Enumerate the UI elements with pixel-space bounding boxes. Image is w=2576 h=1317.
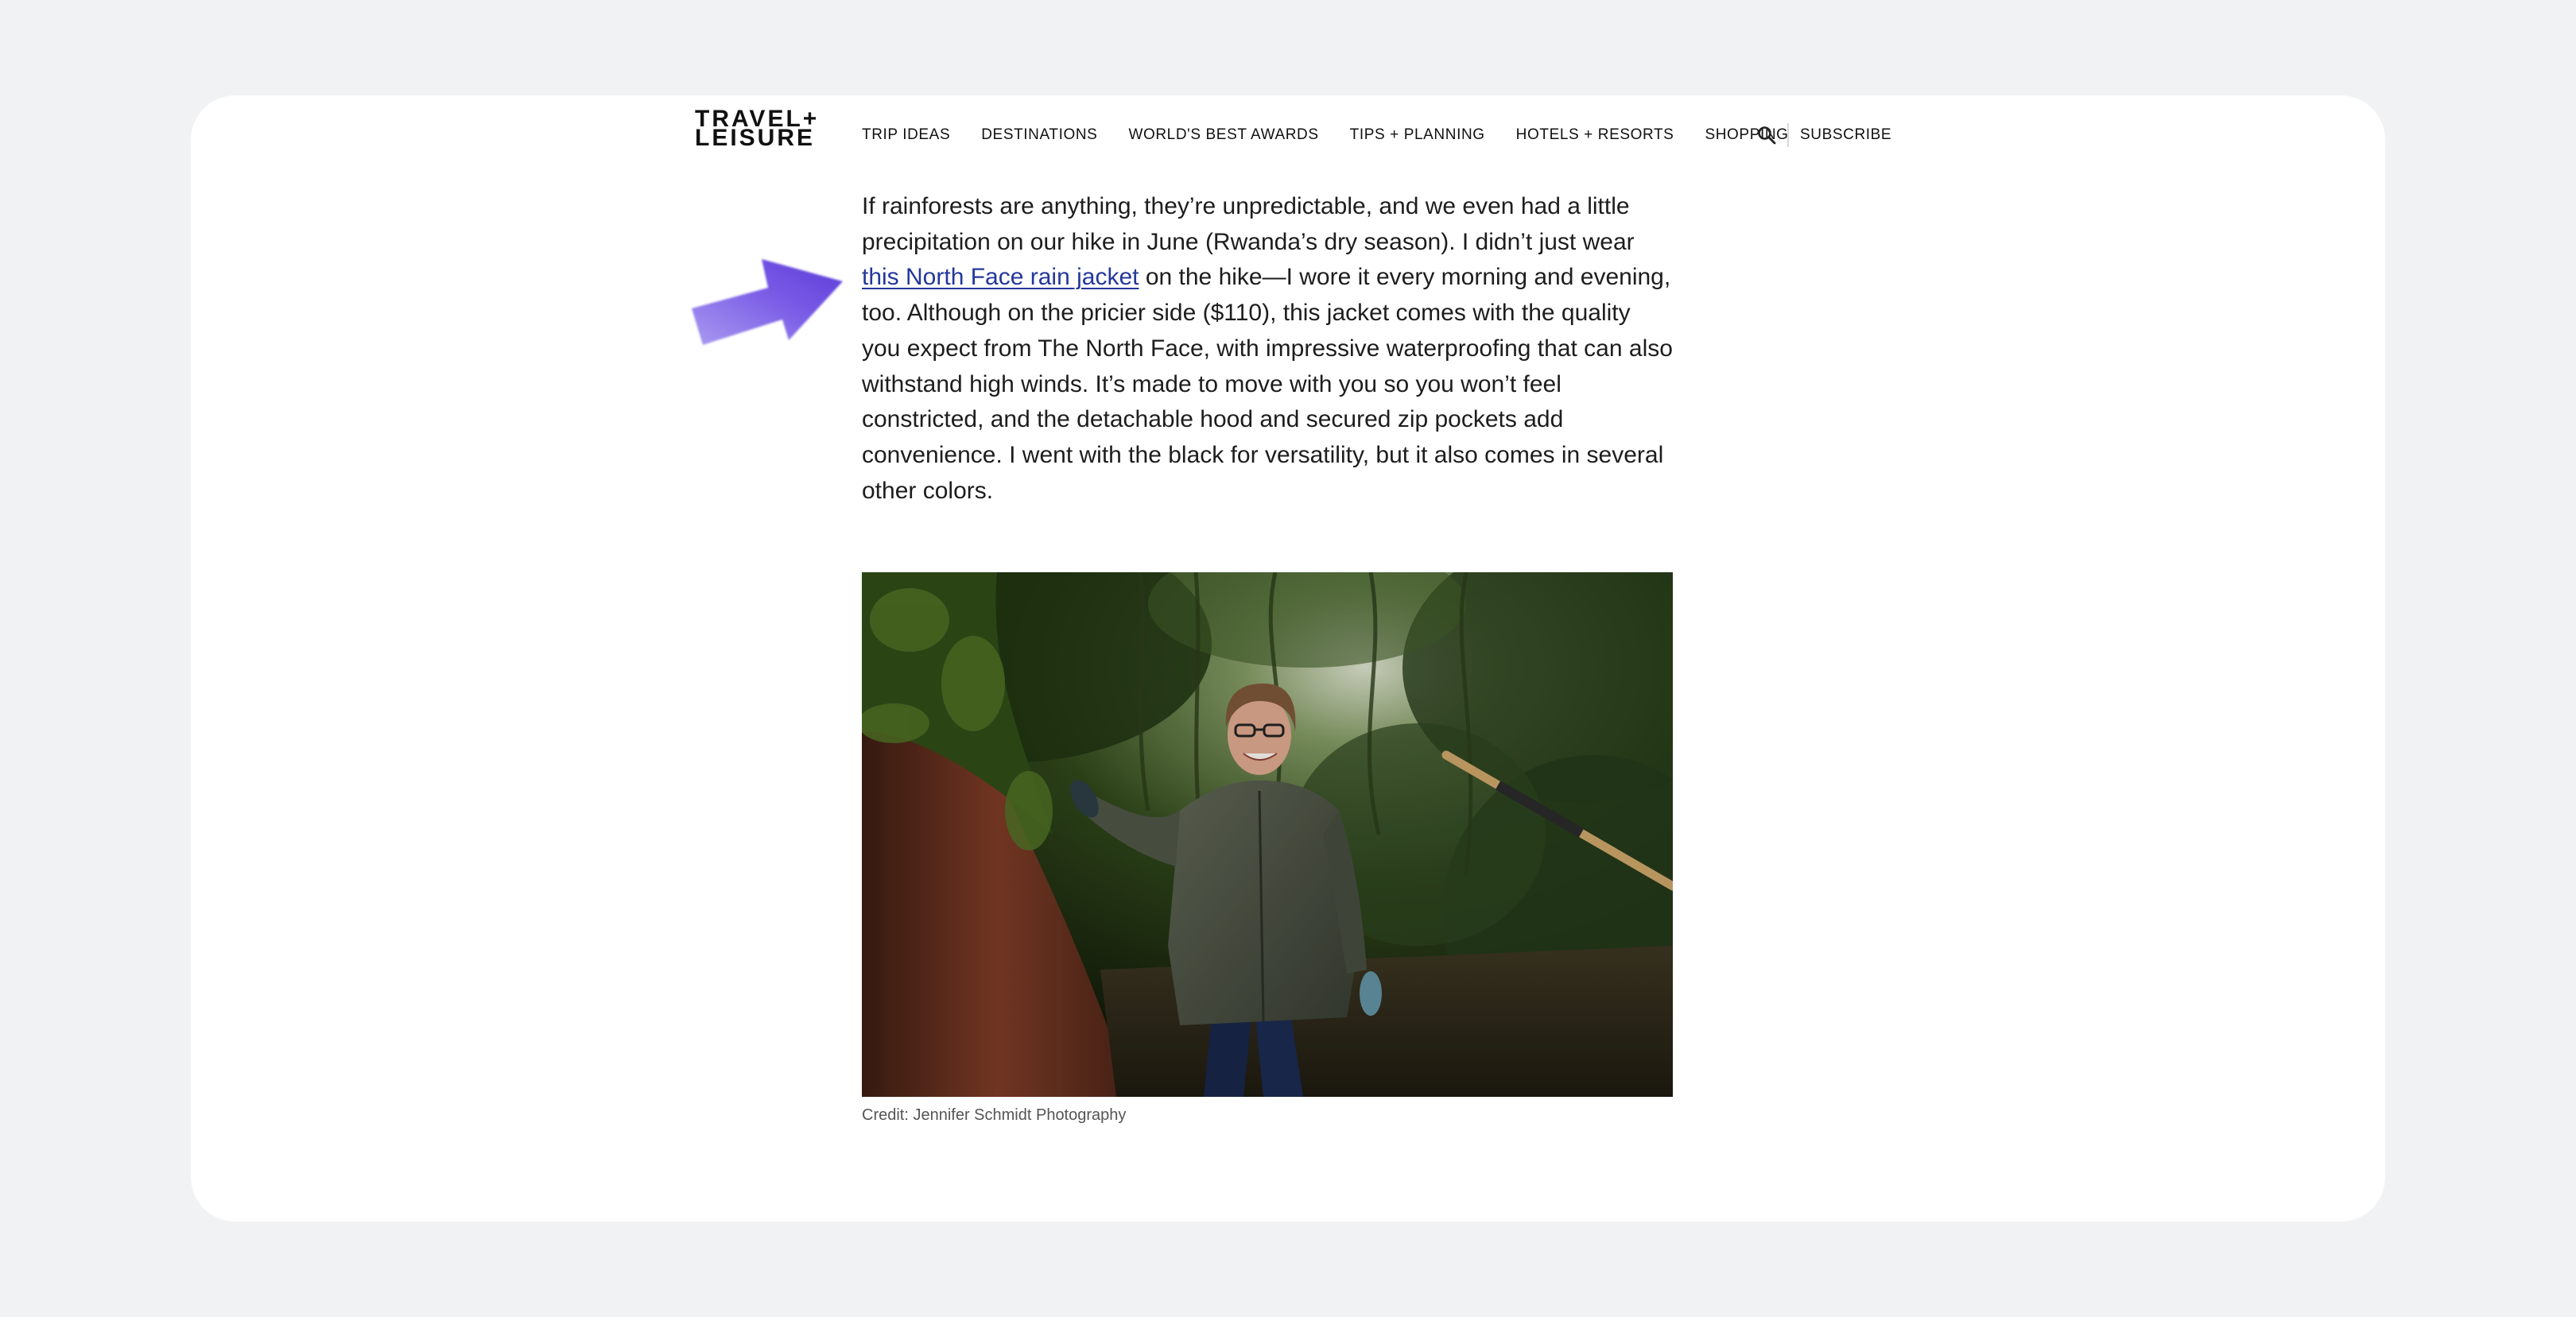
paragraph-text-end: on the hike—I wore it every morning and …: [862, 264, 1673, 504]
article-photo: [862, 572, 1673, 1097]
search-icon[interactable]: [1755, 124, 1778, 146]
nav-tools: SUBSCRIBE: [1755, 118, 1891, 153]
page-card: TRAVEL+ LEISURE TRIP IDEAS DESTINATIONS …: [191, 95, 2385, 1222]
nav-trip-ideas[interactable]: TRIP IDEAS: [862, 126, 950, 144]
article-paragraph: If rainforests are anything, they’re unp…: [862, 189, 1673, 509]
nav-hotels-resorts[interactable]: HOTELS + RESORTS: [1516, 126, 1674, 144]
pointer-arrow-icon: [692, 259, 843, 345]
subscribe-link[interactable]: SUBSCRIBE: [1800, 126, 1891, 144]
image-credit: Credit: Jennifer Schmidt Photography: [862, 1106, 1127, 1124]
nav-tips-planning[interactable]: TIPS + PLANNING: [1350, 126, 1485, 144]
main-nav: TRIP IDEAS DESTINATIONS WORLD'S BEST AWA…: [862, 119, 1789, 151]
nav-worlds-best-awards[interactable]: WORLD'S BEST AWARDS: [1128, 126, 1318, 144]
paragraph-text-start: If rainforests are anything, they’re unp…: [862, 193, 1635, 255]
north-face-jacket-link[interactable]: this North Face rain jacket: [862, 264, 1139, 290]
nav-divider: [1787, 123, 1789, 147]
nav-destinations[interactable]: DESTINATIONS: [981, 126, 1097, 144]
site-logo[interactable]: TRAVEL+ LEISURE: [695, 107, 838, 150]
